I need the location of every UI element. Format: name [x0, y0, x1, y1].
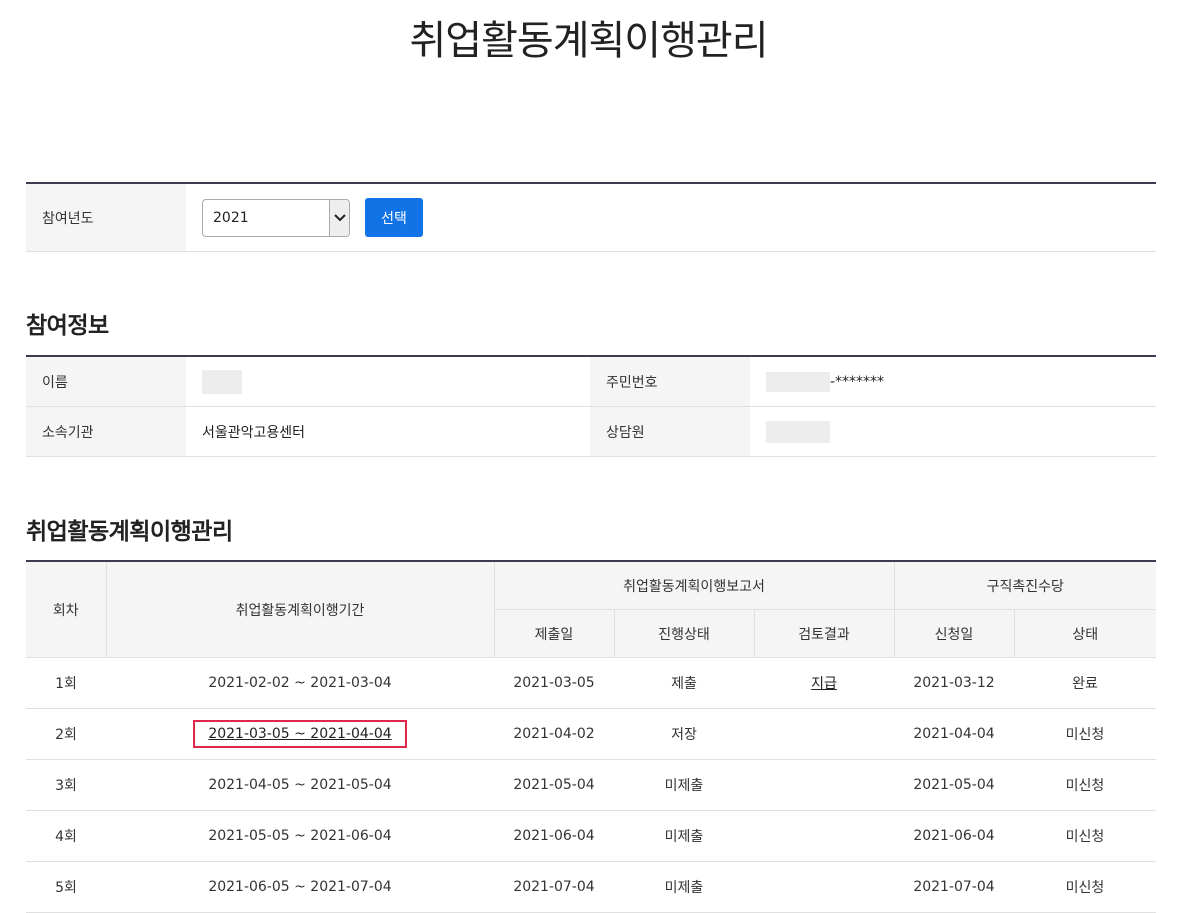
round-cell: 2회 — [26, 708, 106, 760]
table-row: 2회 2021-03-05 ~ 2021-04-04 2021-04-02 저장… — [26, 708, 1156, 760]
submit-date-cell: 2021-06-04 — [494, 810, 614, 862]
counselor-label: 상담원 — [590, 406, 750, 457]
status-cell: 미신청 — [1014, 708, 1156, 760]
masked-rrn — [766, 371, 830, 392]
review-link[interactable]: 지급 — [811, 676, 837, 692]
progress-cell: 저장 — [614, 708, 754, 760]
period-cell: 2021-02-02 ~ 2021-03-04 — [106, 657, 494, 709]
col-report-group: 취업활동계획이행보고서 — [493, 561, 894, 610]
review-cell — [754, 861, 894, 913]
status-cell: 미신청 — [1014, 759, 1156, 811]
participation-table: 이름 주민번호 -******* 소속기관 서울관악고용센터 상담원 — [26, 355, 1156, 457]
review-cell — [754, 810, 894, 862]
submit-date-cell: 2021-04-02 — [494, 708, 614, 760]
progress-cell: 미제출 — [614, 810, 754, 862]
col-allowance-group: 구직촉진수당 — [893, 561, 1156, 610]
submit-date-cell: 2021-07-04 — [494, 861, 614, 913]
apply-date-cell: 2021-07-04 — [894, 861, 1014, 913]
apply-date-cell: 2021-04-04 — [894, 708, 1014, 760]
table-row: 4회 2021-05-05 ~ 2021-06-04 2021-06-04 미제… — [26, 810, 1156, 862]
progress-cell: 미제출 — [614, 861, 754, 913]
period-highlight[interactable]: 2021-03-05 ~ 2021-04-04 — [193, 720, 407, 748]
apply-date-cell: 2021-03-12 — [894, 657, 1014, 709]
name-value — [186, 356, 590, 407]
review-cell — [754, 759, 894, 811]
period-cell: 2021-05-05 ~ 2021-06-04 — [106, 810, 494, 862]
status-cell: 미신청 — [1014, 861, 1156, 913]
table-row: 3회 2021-04-05 ~ 2021-05-04 2021-05-04 미제… — [26, 759, 1156, 811]
rrn-suffix: -******* — [830, 373, 885, 390]
period-link[interactable]: 2021-03-05 ~ 2021-04-04 — [208, 726, 391, 742]
year-filter-row: 참여년도 2021 선택 — [26, 182, 1156, 252]
col-submit-date: 제출일 — [493, 609, 614, 658]
submit-date-cell: 2021-03-05 — [494, 657, 614, 709]
masked-counselor — [766, 420, 830, 443]
org-value: 서울관악고용센터 — [186, 406, 590, 457]
participation-section-title: 참여정보 — [26, 313, 109, 339]
round-cell: 1회 — [26, 657, 106, 709]
apply-date-cell: 2021-05-04 — [894, 759, 1014, 811]
org-label: 소속기관 — [26, 406, 186, 457]
period-cell: 2021-06-05 ~ 2021-07-04 — [106, 861, 494, 913]
year-select[interactable]: 2021 — [202, 198, 350, 237]
status-cell: 완료 — [1014, 657, 1156, 709]
col-round: 회차 — [26, 561, 106, 658]
counselor-value — [750, 406, 1156, 457]
name-label: 이름 — [26, 356, 186, 407]
round-cell: 4회 — [26, 810, 106, 862]
page-title: 취업활동계획이행관리 — [409, 18, 769, 64]
col-review: 검토결과 — [753, 609, 894, 658]
plan-header-row-1: 회차 취업활동계획이행기간 취업활동계획이행보고서 구직촉진수당 — [26, 561, 1156, 658]
table-row: 1회 2021-02-02 ~ 2021-03-04 2021-03-05 제출… — [26, 657, 1156, 709]
status-cell: 미신청 — [1014, 810, 1156, 862]
review-cell — [754, 708, 894, 760]
table-row: 5회 2021-06-05 ~ 2021-07-04 2021-07-04 미제… — [26, 861, 1156, 913]
round-cell: 3회 — [26, 759, 106, 811]
col-status: 상태 — [1013, 609, 1156, 658]
period-cell: 2021-04-05 ~ 2021-05-04 — [106, 759, 494, 811]
masked-name — [202, 369, 242, 394]
rrn-label: 주민번호 — [590, 356, 750, 407]
apply-date-cell: 2021-06-04 — [894, 810, 1014, 862]
participation-row-2: 소속기관 서울관악고용센터 상담원 — [26, 406, 1156, 457]
round-cell: 5회 — [26, 861, 106, 913]
rrn-value: -******* — [750, 356, 1156, 407]
year-filter-label: 참여년도 — [26, 184, 186, 251]
progress-cell: 미제출 — [614, 759, 754, 811]
year-select-value: 2021 — [213, 209, 249, 226]
col-period: 취업활동계획이행기간 — [105, 561, 494, 658]
col-apply-date: 신청일 — [893, 609, 1014, 658]
year-filter-field: 2021 선택 — [186, 184, 1156, 251]
progress-cell: 제출 — [614, 657, 754, 709]
col-progress: 진행상태 — [613, 609, 754, 658]
plan-table: 회차 취업활동계획이행기간 취업활동계획이행보고서 구직촉진수당 제출일 진행상… — [26, 560, 1156, 913]
participation-row-1: 이름 주민번호 -******* — [26, 356, 1156, 407]
chevron-down-icon[interactable] — [329, 199, 349, 236]
period-cell: 2021-03-05 ~ 2021-04-04 — [106, 708, 494, 760]
submit-date-cell: 2021-05-04 — [494, 759, 614, 811]
review-cell: 지급 — [754, 657, 894, 709]
select-button[interactable]: 선택 — [365, 198, 423, 237]
plan-section-title: 취업활동계획이행관리 — [26, 519, 233, 545]
